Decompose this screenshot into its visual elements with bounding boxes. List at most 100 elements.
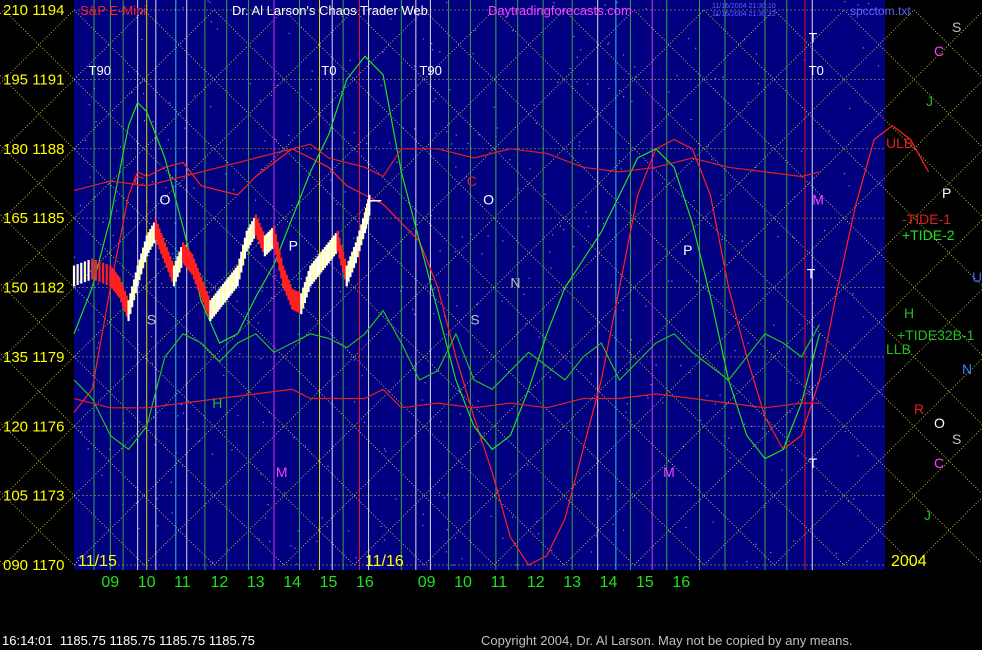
series-label: +TIDE-2 (902, 227, 955, 243)
stamp-1: 11/16/2004 21:30:10 (712, 3, 776, 10)
star-dot (756, 53, 758, 55)
star-dot (549, 376, 551, 378)
star-dot (456, 305, 458, 307)
star-dot (438, 492, 441, 494)
star-dot (449, 89, 451, 91)
star-dot (290, 545, 292, 547)
star-dot (595, 535, 597, 537)
star-dot (824, 230, 826, 232)
x-tick-label: 13 (247, 574, 265, 591)
star-dot (344, 191, 346, 193)
star-dot (330, 179, 332, 181)
planet-letter: C (134, 173, 144, 189)
star-dot (685, 527, 687, 529)
x-tick-label: 15 (636, 574, 654, 591)
star-dot (847, 500, 849, 503)
star-dot (260, 473, 262, 475)
planet-letter: S (147, 312, 156, 328)
star-dot (576, 56, 578, 58)
star-dot (375, 146, 377, 148)
star-dot (619, 90, 621, 92)
star-dot (316, 540, 318, 543)
star-dot (828, 130, 830, 132)
star-dot (151, 363, 153, 365)
star-dot (622, 309, 624, 312)
chaos-trader-chart: T90 T0 T90 T0COSPHMCOSNMPTTTMULB-TIDE-1+TID… (0, 0, 982, 650)
star-dot (131, 92, 133, 94)
star-dot (844, 431, 846, 433)
y-tick-label: 090 1170 (3, 557, 64, 574)
star-dot (630, 339, 633, 341)
star-dot (746, 561, 748, 563)
star-dot (661, 182, 664, 184)
star-dot (212, 561, 214, 563)
star-dot (112, 235, 114, 237)
star-dot (380, 84, 382, 86)
star-dot (184, 127, 186, 129)
planet-letter: O (483, 191, 494, 207)
star-dot (626, 403, 628, 405)
star-dot (171, 253, 174, 255)
star-dot (546, 439, 548, 441)
star-dot (476, 303, 478, 305)
planet-letter: M (276, 464, 288, 480)
status-open: 1185.75 (59, 633, 106, 648)
planet-letter: O (159, 191, 170, 207)
star-dot (354, 401, 356, 403)
series-label: ULB (886, 135, 913, 151)
star-dot (182, 412, 184, 414)
star-dot (756, 567, 758, 569)
star-dot (734, 350, 736, 352)
star-dot (270, 297, 272, 299)
star-dot (543, 365, 545, 367)
star-dot (102, 221, 104, 223)
star-dot (150, 336, 153, 338)
x-tick-label: 14 (600, 574, 618, 591)
star-dot (143, 93, 145, 95)
star-dot (297, 530, 299, 532)
y-tick-label: 105 1173 (3, 488, 64, 505)
star-dot (490, 515, 492, 517)
star-dot (380, 525, 382, 527)
star-dot (209, 1, 211, 3)
star-dot (353, 237, 355, 239)
star-dot (631, 100, 633, 102)
date-label: 11/15 (78, 553, 117, 570)
star-dot (808, 393, 810, 395)
star-dot (576, 81, 578, 83)
star-dot (647, 397, 649, 399)
x-tick-label: 12 (210, 574, 228, 591)
star-dot (528, 277, 530, 279)
star-dot (799, 324, 801, 326)
planet-letter: T (809, 29, 818, 45)
star-dot (809, 386, 811, 388)
star-dot (474, 29, 476, 31)
star-dot (414, 313, 416, 315)
star-dot (680, 365, 682, 367)
star-dot (304, 445, 306, 447)
star-dot (645, 305, 647, 307)
star-dot (707, 145, 709, 147)
star-dot (551, 549, 553, 552)
star-dot (349, 59, 351, 61)
star-dot (454, 251, 456, 253)
series-label: LLB (886, 341, 911, 357)
star-dot (720, 194, 722, 196)
star-dot (608, 87, 610, 89)
star-dot (439, 51, 441, 53)
star-dot (173, 185, 175, 187)
star-dot (390, 18, 392, 20)
star-dot (762, 428, 764, 430)
star-dot (585, 211, 587, 213)
site-label: Daytradingforecasts.com (488, 3, 632, 18)
y-tick-label: 135 1179 (3, 349, 64, 366)
star-dot (309, 353, 311, 355)
star-dot (857, 455, 859, 457)
planet-letter: M (663, 464, 675, 480)
star-dot (422, 38, 424, 40)
star-dot (472, 53, 474, 55)
star-dot (690, 119, 692, 121)
star-dot (87, 448, 89, 450)
star-dot (741, 240, 743, 242)
chart-title: Dr. Al Larson's Chaos Trader Web (232, 3, 428, 18)
